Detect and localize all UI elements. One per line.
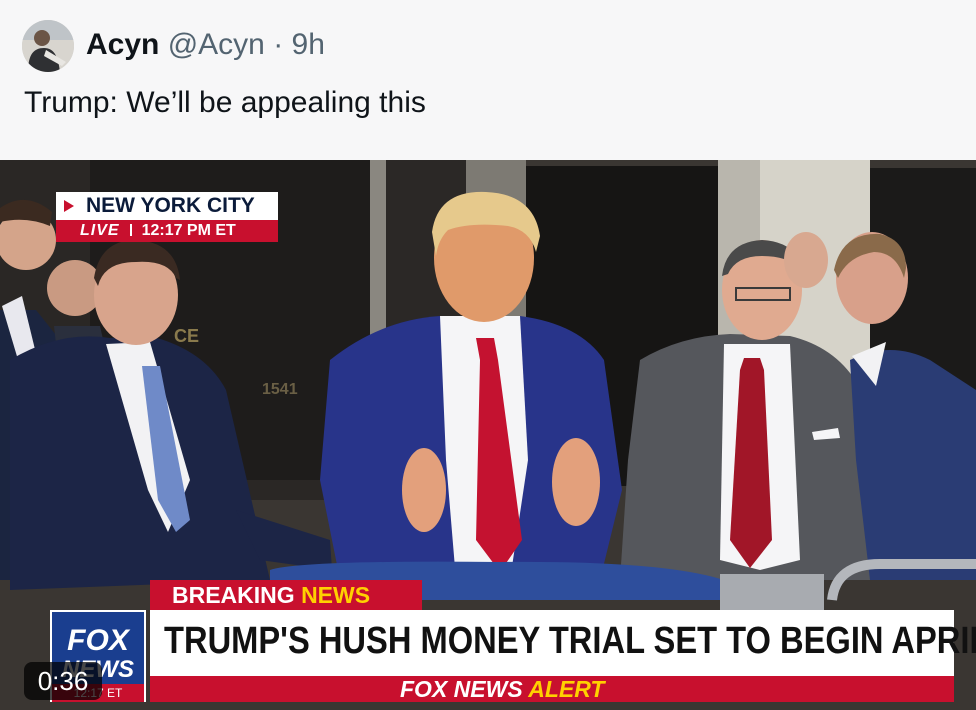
- author-line: Acyn @Acyn · 9h: [86, 28, 325, 62]
- broadcast-time: 12:17 PM ET: [141, 222, 236, 239]
- headline: TRUMP'S HUSH MONEY TRIAL SET TO BEGIN AP…: [164, 620, 976, 662]
- headline-bar: TRUMP'S HUSH MONEY TRIAL SET TO BEGIN AP…: [150, 610, 976, 676]
- tweet-header: Acyn @Acyn · 9h Trump: We’ll be appealin…: [0, 0, 976, 160]
- news-label: NEWS: [301, 582, 371, 608]
- separator: ·: [273, 28, 284, 61]
- alert-text: FOX NEWS ALERT: [400, 676, 604, 702]
- logo-line-1: FOX: [67, 624, 129, 657]
- location-city-row: NEW YORK CITY: [56, 192, 278, 220]
- avatar-image: [22, 20, 74, 72]
- breaking-label: BREAKING: [172, 582, 295, 608]
- video-player[interactable]: CE 1541 NEW YORK CITY LIVE 12:17 PM ET B…: [0, 160, 976, 710]
- author-name[interactable]: Acyn: [86, 28, 159, 61]
- divider: [129, 224, 132, 236]
- post-text: Trump: We’ll be appealing this: [24, 86, 426, 119]
- avatar[interactable]: [22, 20, 74, 72]
- breaking-news-tag: BREAKING NEWS: [150, 580, 422, 610]
- author-handle[interactable]: @Acyn: [168, 28, 265, 61]
- location-city: NEW YORK CITY: [86, 194, 255, 217]
- live-time-row: LIVE 12:17 PM ET: [56, 220, 278, 242]
- alert-brand: FOX NEWS: [400, 676, 523, 702]
- live-label: LIVE: [80, 222, 120, 239]
- video-duration[interactable]: 0:36: [24, 662, 102, 700]
- location-bug: NEW YORK CITY LIVE 12:17 PM ET: [56, 192, 278, 242]
- room-number: 1541: [262, 381, 298, 398]
- alert-bar: FOX NEWS ALERT: [150, 676, 954, 702]
- alert-word: ALERT: [528, 676, 605, 702]
- wall-text: CE: [174, 326, 199, 346]
- post-time[interactable]: 9h: [292, 28, 325, 61]
- play-arrow-icon: [64, 200, 74, 212]
